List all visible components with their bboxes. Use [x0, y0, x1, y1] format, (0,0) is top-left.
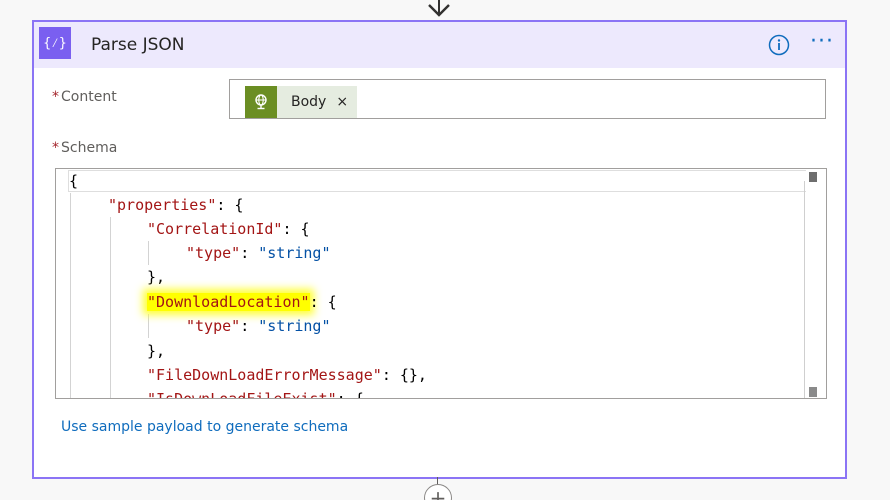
- scrollbar-thumb[interactable]: [809, 172, 817, 182]
- braces-icon: {⁄}: [39, 27, 71, 59]
- schema-label-text: Schema: [61, 140, 118, 156]
- indent-guide: [70, 193, 71, 398]
- highlighted-key: "DownloadLocation": [147, 293, 310, 311]
- globe-icon: [245, 86, 277, 118]
- schema-code-editor[interactable]: { "properties": { "CorrelationId": { "ty…: [55, 168, 827, 399]
- schema-label: * Schema: [52, 140, 117, 156]
- indent-guide: [110, 217, 111, 398]
- vertical-scrollbar[interactable]: [806, 169, 826, 398]
- code-line-7: "type": "string": [186, 317, 331, 335]
- code-line-2: "properties": {: [108, 196, 244, 214]
- indent-guide: [148, 241, 149, 265]
- info-icon[interactable]: [768, 34, 790, 56]
- action-title[interactable]: Parse JSON: [91, 35, 185, 55]
- scrollbar-divider: [804, 181, 805, 398]
- content-label: * Content: [52, 89, 117, 105]
- connector-arrow-icon: [428, 0, 450, 17]
- flow-designer-canvas: {⁄} Parse JSON ··· * Content Body × * Sc…: [0, 0, 890, 500]
- indent-guide: [148, 314, 149, 338]
- current-line-highlight: [68, 170, 823, 192]
- code-line-5: },: [147, 268, 166, 286]
- more-options-icon[interactable]: ···: [807, 31, 837, 58]
- scrollbar-marker: [809, 387, 817, 397]
- parse-json-action-card: {⁄} Parse JSON ··· * Content Body × * Sc…: [32, 20, 847, 479]
- content-label-text: Content: [61, 89, 117, 105]
- body-token[interactable]: Body ×: [245, 86, 358, 118]
- code-line-9: "FileDownLoadErrorMessage": {},: [147, 366, 427, 384]
- action-icon-glyph: {⁄}: [43, 35, 67, 51]
- required-mark: *: [52, 140, 59, 156]
- code-line-1: {: [69, 172, 79, 190]
- content-input[interactable]: Body ×: [229, 79, 826, 119]
- code-line-6: "DownloadLocation": {: [147, 293, 337, 311]
- code-line-3: "CorrelationId": {: [147, 220, 310, 238]
- required-mark: *: [52, 89, 59, 105]
- code-line-10: "IsDownLoadFileExist": {: [147, 387, 364, 398]
- code-line-8: },: [147, 342, 166, 360]
- token-label: Body: [291, 94, 327, 110]
- add-step-button[interactable]: +: [424, 484, 452, 500]
- sample-payload-link[interactable]: Use sample payload to generate schema: [61, 419, 348, 435]
- code-area[interactable]: { "properties": { "CorrelationId": { "ty…: [56, 169, 826, 398]
- action-header[interactable]: {⁄} Parse JSON ···: [34, 22, 845, 68]
- code-line-4: "type": "string": [186, 244, 331, 262]
- remove-token-icon[interactable]: ×: [336, 94, 348, 110]
